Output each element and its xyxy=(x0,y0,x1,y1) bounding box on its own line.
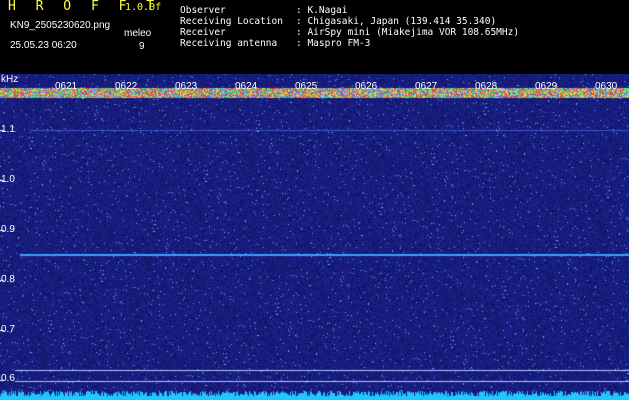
y-tick-label: 1.1 xyxy=(1,124,15,135)
antenna-label: Receiving antenna xyxy=(180,38,278,49)
version-label: 1.0.0f xyxy=(125,2,162,13)
receiver-value: : AirSpy mini (Miakejima VOR 108.65MHz) xyxy=(296,27,520,38)
y-tick-label: 0.9 xyxy=(1,224,15,235)
meleo-label: meleo xyxy=(124,28,152,39)
filename-label: KN9_2505230620.png xyxy=(10,20,111,31)
meleo-value: 9 xyxy=(139,41,145,52)
time-tick-label: 0627 xyxy=(415,81,438,92)
location-label: Receiving Location xyxy=(180,16,283,27)
time-tick-label: 0630 xyxy=(595,81,618,92)
y-tick-label: 0.8 xyxy=(1,274,15,285)
time-tick-label: 0624 xyxy=(235,81,258,92)
receiver-label: Receiver xyxy=(180,27,226,38)
time-tick-label: 0628 xyxy=(475,81,498,92)
time-tick-label: 0629 xyxy=(535,81,558,92)
y-tick-label: 1.0 xyxy=(1,174,15,185)
time-tick-label: 0623 xyxy=(175,81,198,92)
y-axis-unit: kHz xyxy=(1,74,19,85)
observer-value: : K.Nagai xyxy=(296,5,348,16)
spectrogram-canvas xyxy=(0,74,629,400)
y-tick-label: 0.7 xyxy=(1,324,15,335)
time-tick-label: 0626 xyxy=(355,81,378,92)
header-panel: H R O F F T 1.0.0f KN9_2505230620.png 25… xyxy=(0,0,629,74)
y-tick-label: 0.6 xyxy=(1,373,15,384)
antenna-value: : Maspro FM-3 xyxy=(296,38,371,49)
time-tick-label: 0621 xyxy=(55,81,78,92)
observer-label: Observer xyxy=(180,5,226,16)
location-value: : Chigasaki, Japan (139.414 35.340) xyxy=(296,16,497,27)
time-tick-label: 0625 xyxy=(295,81,318,92)
time-tick-label: 0622 xyxy=(115,81,138,92)
datetime-label: 25.05.23 06:20 xyxy=(10,40,77,51)
